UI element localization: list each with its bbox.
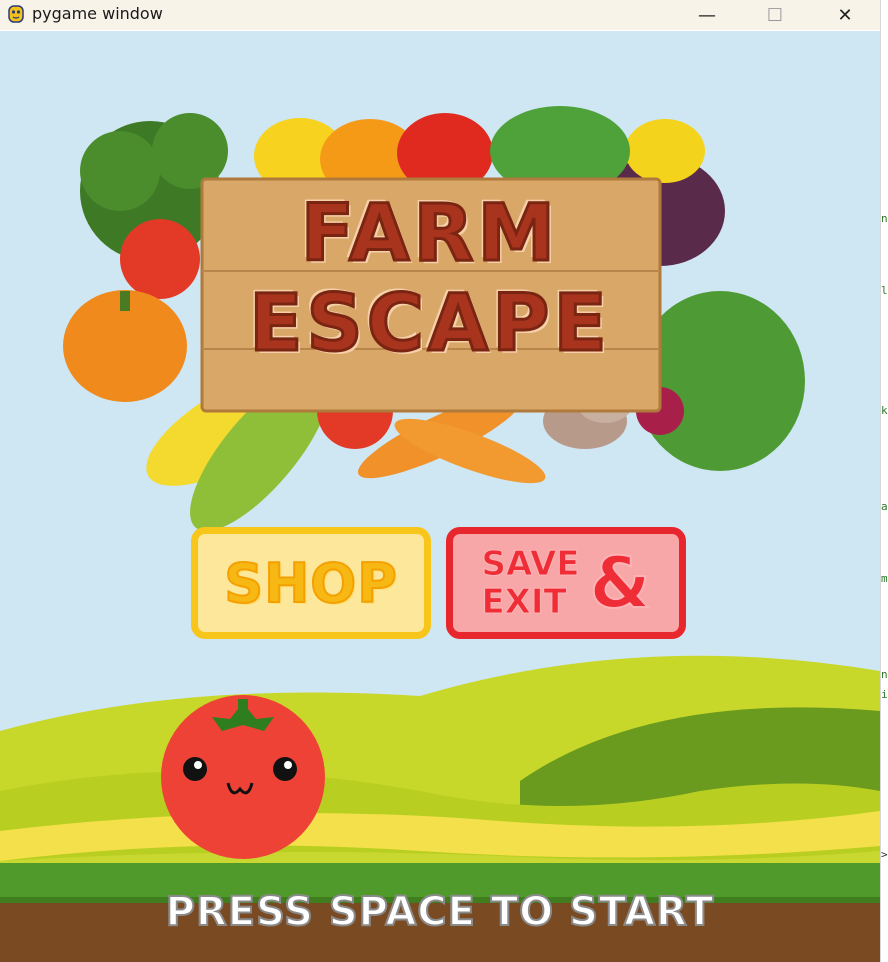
save-exit-label: SAVE EXIT & [481,541,652,625]
maximize-icon: ☐ [766,4,784,26]
close-icon: ✕ [837,4,853,26]
game-canvas[interactable]: FARM ESCAPE SHOP SAVE EXIT & PRESS SPACE… [0,31,880,962]
ampersand-label: & [588,541,651,625]
shop-button-label: SHOP [223,551,398,616]
logo-title-line2: ESCAPE [248,278,611,371]
tomato-left [120,219,200,299]
bg-glyph: n [881,668,888,681]
bg-glyph: i [881,688,888,701]
start-prompt: PRESS SPACE TO START [165,888,715,936]
bg-glyph: m [881,572,888,585]
yellow-pepper-right [625,119,705,183]
window-title: pygame window [32,4,163,23]
minimize-icon: — [698,4,716,26]
shop-button[interactable]: SHOP [191,527,431,639]
background-app-edge: n l k a m n i > [880,0,888,962]
bg-glyph: l [881,284,888,297]
bg-glyph: > [881,848,888,861]
close-button[interactable]: ✕ [822,0,868,30]
save-label: SAVE [481,544,580,584]
bg-glyph: n [881,212,888,225]
bg-glyph: k [881,404,888,417]
bg-glyph: a [881,500,888,513]
title-bar: pygame window — ☐ ✕ [0,0,880,30]
exit-label: EXIT [481,582,567,622]
game-scene [0,106,880,962]
tomato-character [161,695,325,859]
pygame-snake-icon [8,5,24,23]
minimize-button[interactable]: — [684,0,730,30]
logo-title-line1: FARM [299,188,560,281]
maximize-button[interactable]: ☐ [752,0,798,30]
save-exit-button[interactable]: SAVE EXIT & [446,527,686,639]
